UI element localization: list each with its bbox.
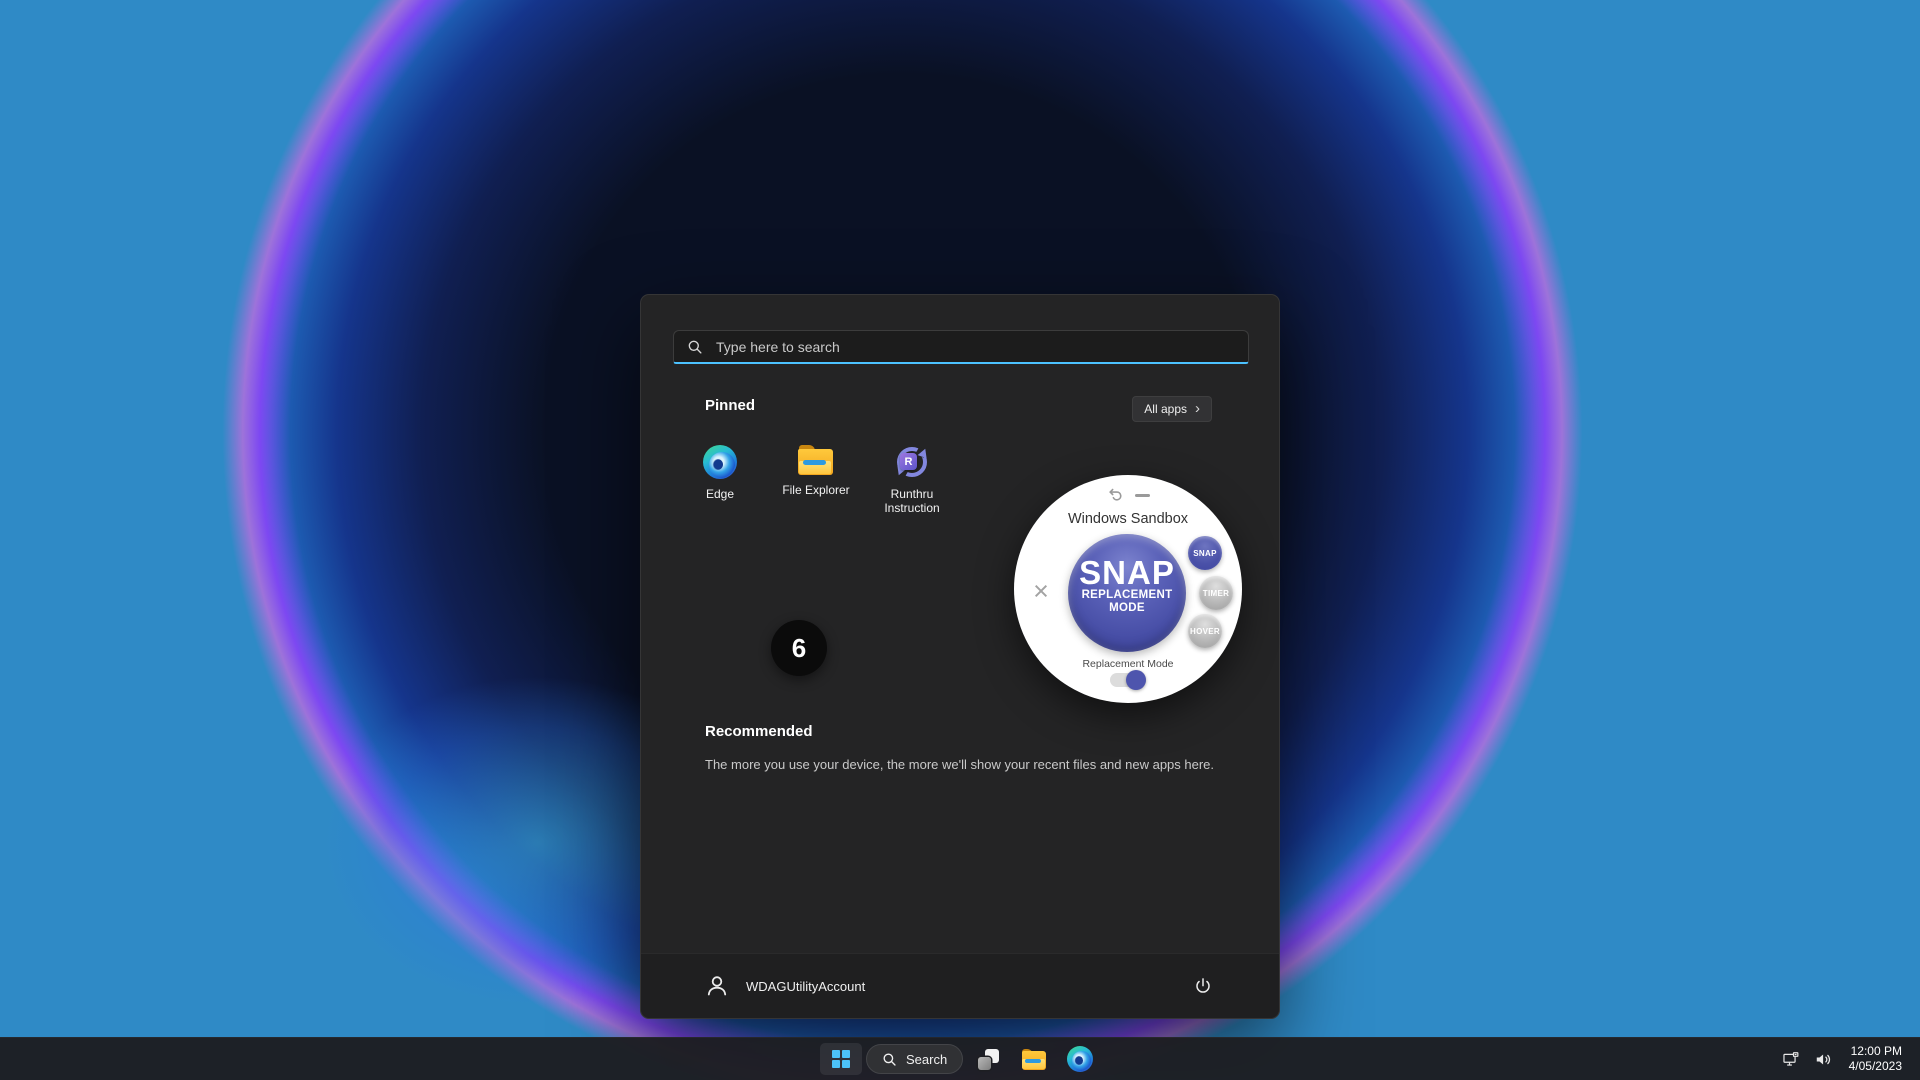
close-icon[interactable]: × [1028,578,1054,604]
recommended-section-title: Recommended [705,723,813,740]
search-icon [882,1052,897,1067]
sandbox-control-widget: Windows Sandbox × SNAP REPLACEMENT MODE … [1014,475,1242,703]
toggle-knob [1126,670,1146,690]
task-view-button[interactable] [967,1043,1009,1075]
runthru-instruction-icon: R [895,445,929,479]
undo-icon[interactable] [1107,486,1124,508]
widget-title: Windows Sandbox [1014,511,1242,527]
taskbar: Search 12:00 PM 4/05/202 [0,1037,1920,1080]
minimize-icon[interactable] [1135,494,1150,497]
hover-button[interactable]: HOVER [1188,614,1222,648]
windows-logo-icon [832,1050,850,1068]
runthru-badge-letter: R [900,453,917,470]
tray-time: 12:00 PM [1849,1044,1902,1059]
file-explorer-icon [798,445,834,475]
mode-word: SNAP [1079,556,1175,589]
edge-taskbar-button[interactable] [1059,1043,1101,1075]
mode-line1: REPLACEMENT [1082,589,1173,602]
app-tile-runthru-instruction[interactable]: R Runthru Instruction [864,435,960,527]
search-input[interactable] [714,338,1235,356]
edge-icon [1067,1046,1093,1072]
edge-icon [703,445,737,479]
screen: Pinned All apps › Edge File Explorer R [0,0,1920,1080]
recommended-empty-message: The more you use your device, the more w… [705,757,1214,772]
timer-button[interactable]: TIMER [1199,576,1233,610]
person-icon [703,972,731,1000]
task-view-icon [978,1049,999,1070]
snap-button[interactable]: SNAP [1188,536,1222,570]
taskbar-search-label: Search [906,1052,947,1067]
replacement-mode-toggle[interactable] [1110,673,1146,687]
power-icon [1193,976,1213,996]
taskbar-center-group: Search [820,1038,1101,1080]
mode-line2: MODE [1109,602,1145,615]
pinned-app-grid: Edge File Explorer R Runthru Instruction [672,435,960,527]
start-menu-footer: WDAGUtilityAccount [641,953,1279,1018]
search-icon [687,339,703,355]
file-explorer-icon [1022,1049,1047,1070]
start-search-box[interactable] [673,330,1249,364]
app-label: Runthru Instruction [868,487,956,515]
taskbar-search-button[interactable]: Search [866,1044,963,1074]
network-tray-button[interactable] [1777,1044,1807,1074]
user-name: WDAGUtilityAccount [746,979,865,994]
all-apps-label: All apps [1144,402,1187,416]
user-account-button[interactable]: WDAGUtilityAccount [693,966,875,1006]
snap-replacement-mode-circle[interactable]: SNAP REPLACEMENT MODE [1068,534,1186,652]
app-tile-edge[interactable]: Edge [672,435,768,527]
system-tray: 12:00 PM 4/05/2023 [1777,1038,1908,1080]
volume-tray-button[interactable] [1809,1044,1839,1074]
step-counter-badge: 6 [771,620,827,676]
app-tile-file-explorer[interactable]: File Explorer [768,435,864,527]
start-button[interactable] [820,1043,862,1075]
file-explorer-taskbar-button[interactable] [1013,1043,1055,1075]
start-menu-panel: Pinned All apps › Edge File Explorer R [640,294,1280,1019]
network-icon [1782,1050,1801,1069]
replacement-mode-label: Replacement Mode [1014,658,1242,670]
power-button[interactable] [1185,968,1221,1004]
app-label: Edge [706,487,734,501]
clock-tray-button[interactable]: 12:00 PM 4/05/2023 [1841,1044,1908,1074]
app-label: File Explorer [782,483,849,497]
pinned-section-title: Pinned [705,397,755,414]
tray-date: 4/05/2023 [1849,1059,1902,1074]
chevron-right-icon: › [1195,401,1200,416]
volume-icon [1814,1050,1833,1069]
all-apps-button[interactable]: All apps › [1132,396,1212,422]
